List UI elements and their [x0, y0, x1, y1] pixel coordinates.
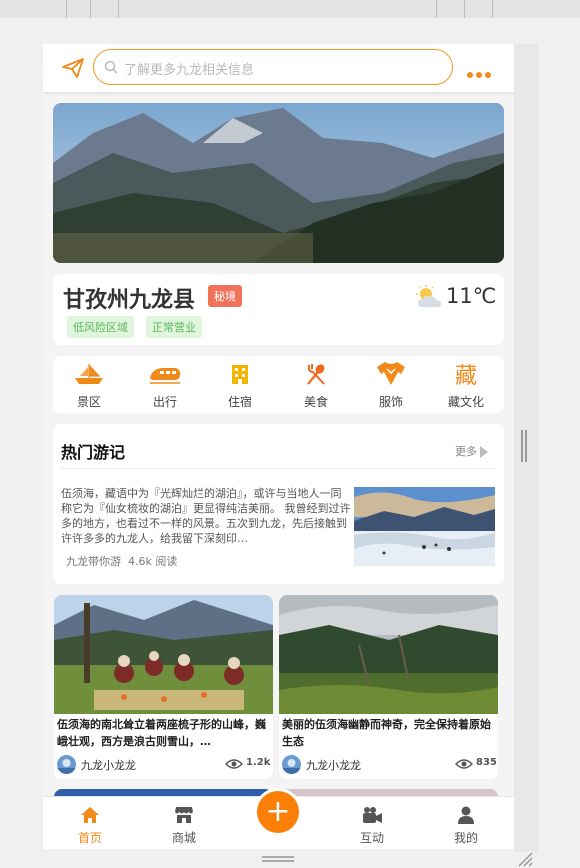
tab-home[interactable]: 首页	[60, 805, 120, 846]
bottom-resize-handle[interactable]	[262, 856, 294, 862]
search-placeholder: 了解更多九龙相关信息	[124, 63, 255, 78]
category-bar: 景区 出行 住宿 美食 服饰 藏 藏文化	[53, 356, 504, 413]
travel-note-reads: 4.6k 阅读	[128, 555, 178, 568]
category-travel[interactable]: 出行	[135, 360, 195, 410]
travel-note-meta: 九龙带你游 4.6k 阅读	[66, 553, 177, 569]
temperature: 11℃	[446, 284, 497, 308]
hotel-icon	[232, 365, 248, 384]
category-label: 藏文化	[447, 395, 484, 409]
category-label: 出行	[152, 395, 177, 409]
train-icon	[150, 368, 181, 384]
more-link[interactable]: 更多	[455, 443, 488, 459]
category-food[interactable]: 美食	[286, 360, 346, 410]
corner-resize-icon[interactable]	[516, 850, 534, 868]
panel-resize-handle[interactable]	[521, 430, 527, 462]
category-label: 景区	[76, 395, 101, 409]
post-author[interactable]: 九龙小龙龙	[306, 757, 361, 773]
search-icon	[104, 60, 118, 74]
category-clothing[interactable]: 服饰	[361, 360, 421, 410]
partly-cloudy-icon	[416, 285, 441, 307]
banner-image[interactable]	[53, 103, 504, 263]
travel-note-excerpt[interactable]: 伍须海，藏语中为『光辉灿烂的湖泊』，或许与当地人一同称它为『仙女梳妆的湖泊』更显…	[61, 486, 351, 546]
tab-mine[interactable]: 我的	[436, 805, 496, 846]
travel-notes-card: 热门游记 更多 伍须海，藏语中为『光辉灿烂的湖泊』，或许与当地人一同称它为『仙女…	[53, 424, 504, 584]
home-icon	[81, 807, 99, 823]
utensils-icon	[307, 364, 325, 385]
store-icon	[175, 807, 193, 823]
travel-note-author: 九龙带你游	[66, 555, 121, 568]
category-label: 服饰	[378, 395, 403, 409]
category-hotel[interactable]: 住宿	[210, 360, 270, 410]
post-author[interactable]: 九龙小龙龙	[81, 757, 136, 773]
post-title: 美丽的伍须海幽静而神奇，完全保持着原始生态	[282, 718, 491, 748]
tab-interact[interactable]: 互动	[342, 805, 402, 846]
post-image	[54, 595, 273, 714]
eye-icon	[455, 759, 473, 769]
search-input[interactable]: 了解更多九龙相关信息	[93, 49, 453, 85]
boat-icon	[75, 364, 103, 384]
risk-tag: 低风险区域	[67, 316, 134, 338]
post-card[interactable]: 伍须海的南北耸立着两座梳子形的山峰，巍峨壮观，西方是浪古则雪山，… 九龙小龙龙 …	[54, 595, 273, 779]
travel-note-image[interactable]	[354, 487, 495, 566]
location-badge: 秘境	[208, 285, 242, 307]
tab-store[interactable]: 商城	[154, 805, 214, 846]
location-card: 甘孜州九龙县 秘境 低风险区域 正常营业 11℃	[53, 274, 504, 345]
arrow-right-icon	[480, 446, 488, 458]
eye-icon	[225, 759, 243, 769]
more-dots-icon[interactable]	[467, 63, 495, 78]
avatar[interactable]	[282, 755, 301, 774]
category-label: 住宿	[227, 395, 252, 409]
post-views: 835	[476, 757, 497, 768]
video-icon	[363, 807, 382, 823]
post-views: 1.2k	[246, 757, 271, 768]
browser-top-bar	[0, 0, 580, 18]
category-tibetan[interactable]: 藏 藏文化	[436, 360, 496, 410]
divider	[61, 468, 496, 469]
category-label: 美食	[303, 395, 328, 409]
business-tag: 正常营业	[146, 316, 202, 338]
category-scenic[interactable]: 景区	[59, 360, 119, 410]
clothing-icon	[377, 362, 405, 385]
user-icon	[458, 806, 474, 824]
paper-plane-icon[interactable]	[61, 56, 85, 80]
post-card[interactable]: 美丽的伍须海幽静而神奇，完全保持着原始生态 九龙小龙龙 835	[279, 595, 498, 779]
tibetan-culture-icon: 藏	[454, 364, 477, 389]
post-title: 伍须海的南北耸立着两座梳子形的山峰，巍峨壮观，西方是浪古则雪山，…	[57, 718, 266, 748]
avatar[interactable]	[57, 755, 76, 774]
location-name: 甘孜州九龙县	[63, 288, 196, 313]
post-image	[279, 595, 498, 714]
app-viewport: 了解更多九龙相关信息 甘孜州九龙县 秘境 低风险区域 正常营业 11℃ 景区 出…	[43, 44, 514, 849]
section-title: 热门游记	[61, 443, 126, 462]
app-header: 了解更多九龙相关信息	[43, 44, 514, 92]
plus-icon: +	[265, 794, 291, 829]
add-button[interactable]: +	[257, 791, 299, 833]
bottom-tab-bar: 首页 商城 + 互动 我的	[43, 791, 514, 849]
